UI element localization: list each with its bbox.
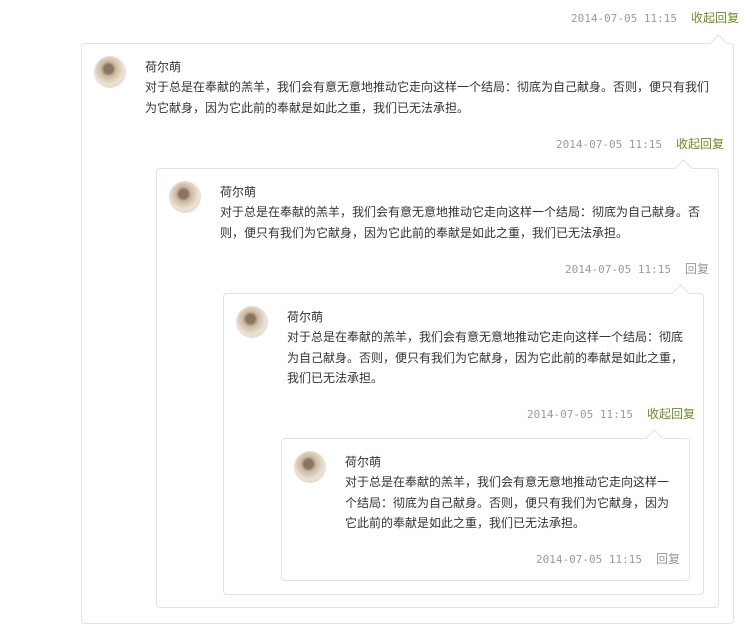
author-name[interactable]: 荷尔萌 [345,454,381,470]
timestamp: 2014-07-05 11:15 [571,12,677,25]
timestamp: 2014-07-05 11:15 [527,408,633,421]
comment-text: 对于总是在奉献的羔羊，我们会有意无意地推动它走向这样一个结局：彻底为自己献身。否… [287,330,684,385]
comment-meta: 2014-07-05 11:15 收起回复 [556,134,724,152]
avatar [295,452,325,482]
comment-meta: 2014-07-05 11:15 回复 [565,259,709,277]
collapse-reply-link[interactable]: 收起回复 [691,11,739,25]
timestamp: 2014-07-05 11:15 [556,138,662,151]
collapse-reply-link[interactable]: 收起回复 [647,407,695,421]
comment-text: 对于总是在奉献的羔羊，我们会有意无意地推动它走向这样一个结局：彻底为自己献身。否… [220,205,701,240]
comment-meta: 2014-07-05 11:15 回复 [536,549,680,567]
avatar [95,57,125,87]
timestamp: 2014-07-05 11:15 [536,553,642,566]
timestamp: 2014-07-05 11:15 [565,263,671,276]
author-name[interactable]: 荷尔萌 [287,309,323,325]
comment-text: 对于总是在奉献的羔羊，我们会有意无意地推动它走向这样一个结局：彻底为自己献身。否… [145,80,710,115]
comment-text: 对于总是在奉献的羔羊，我们会有意无意地推动它走向这样一个结局：彻底为自己献身。否… [345,475,670,530]
collapse-reply-link[interactable]: 收起回复 [676,137,724,151]
author-name[interactable]: 荷尔萌 [220,184,256,200]
comment-meta: 2014-07-05 11:15 收起回复 [527,404,695,422]
reply-link[interactable]: 回复 [656,552,680,566]
avatar [237,307,267,337]
reply-link[interactable]: 回复 [685,262,709,276]
author-name[interactable]: 荷尔萌 [145,59,181,75]
avatar [170,182,200,212]
comment-meta: 2014-07-05 11:15 收起回复 [571,8,739,26]
